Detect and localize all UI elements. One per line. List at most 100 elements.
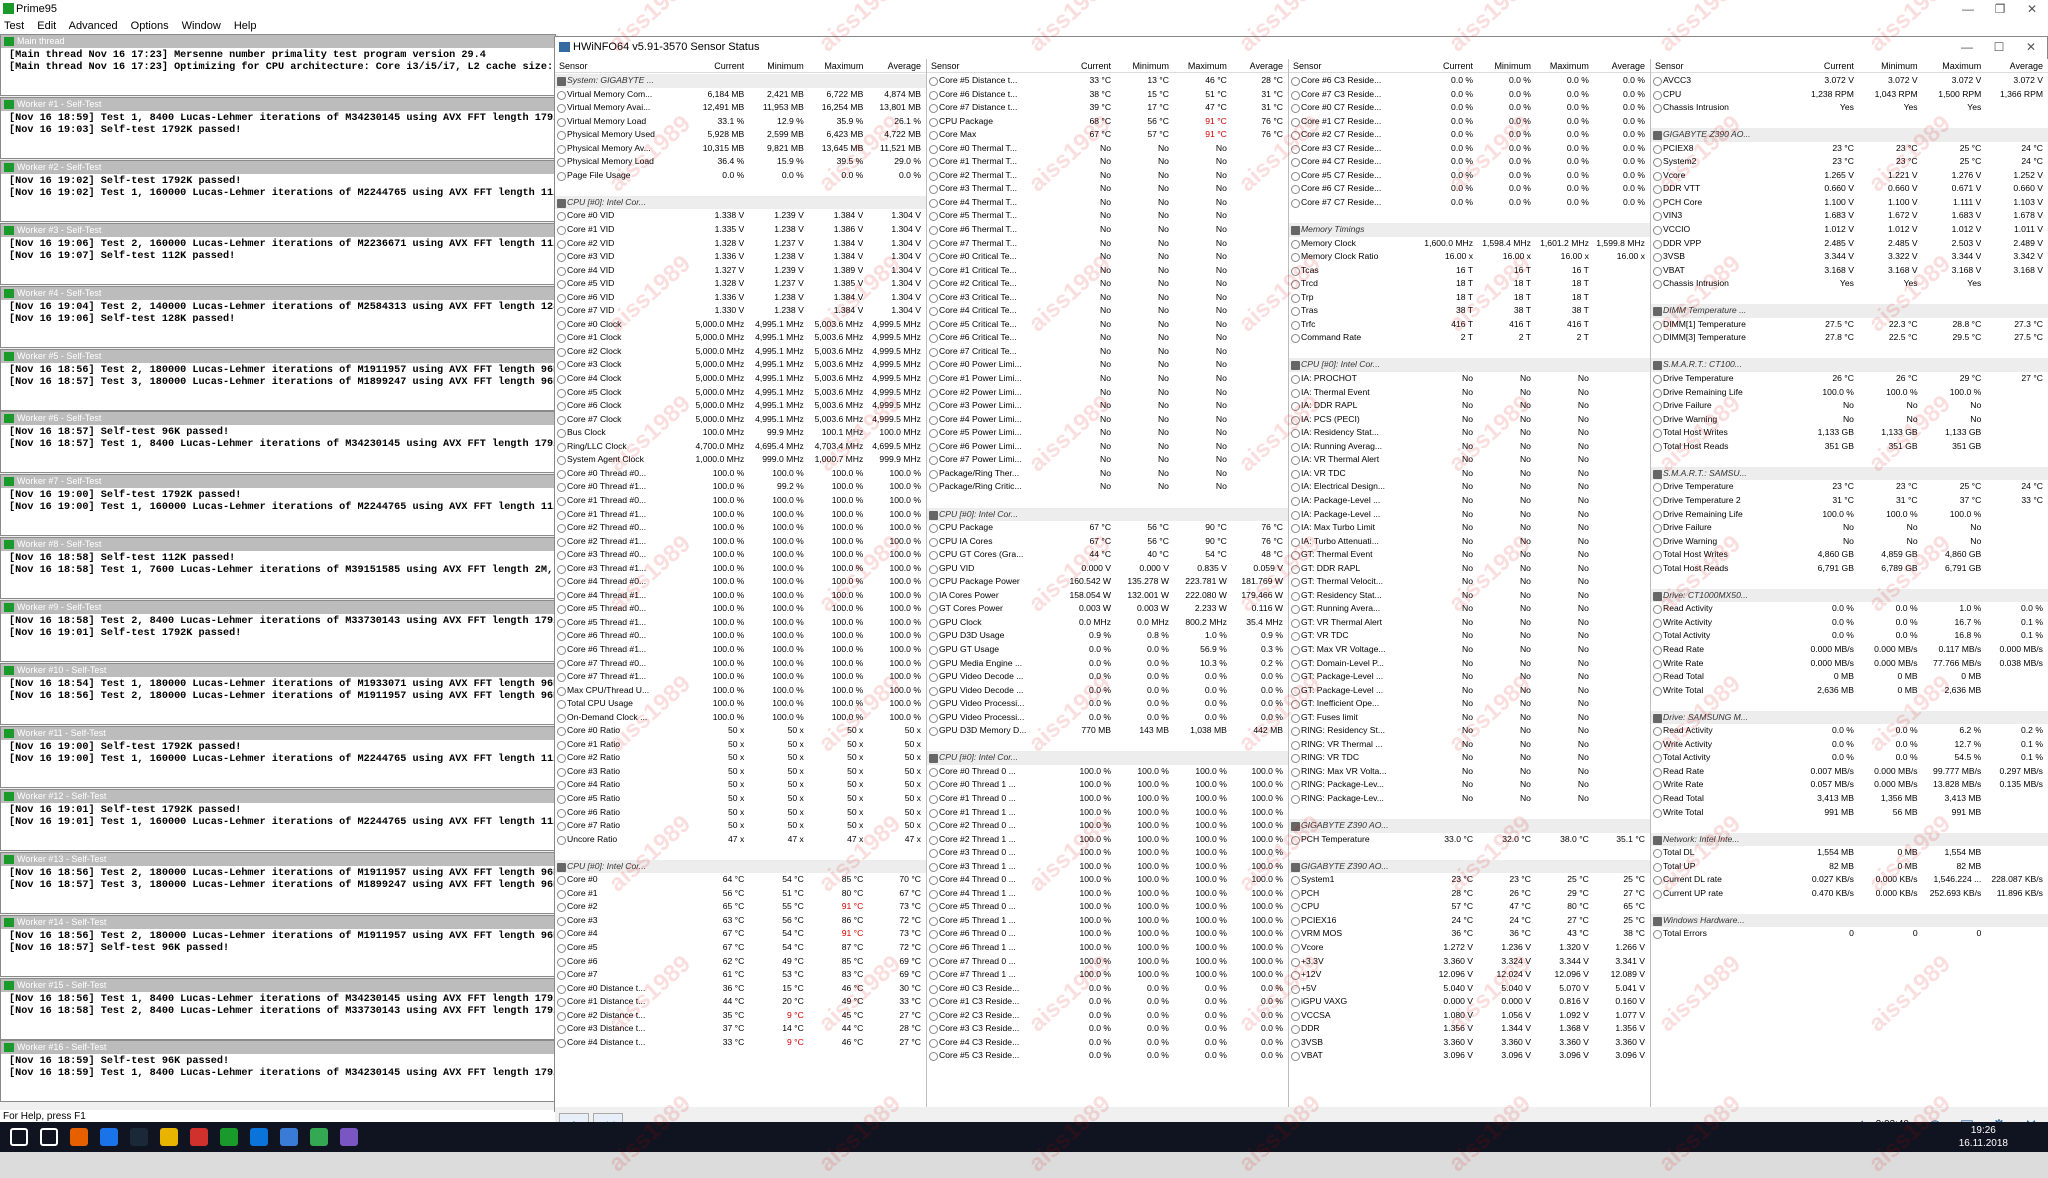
sensor-row[interactable]: VCCSA 1.080 V 1.056 V 1.092 V 1.077 V <box>1289 1009 1650 1023</box>
worker-pane[interactable]: Worker #6 - Self-Test [Nov 16 18:57] Self… <box>0 411 556 474</box>
worker-pane[interactable]: Worker #1 - Self-Test [Nov 16 18:59] Test… <box>0 96 556 159</box>
worker-pane[interactable]: Worker #3 - Self-Test [Nov 16 19:06] Test… <box>0 222 556 285</box>
worker-pane[interactable]: Worker #11 - Self-Test [Nov 16 19:00] Sel… <box>0 725 556 788</box>
sensor-row[interactable]: Write Total 991 MB 56 MB 991 MB <box>1651 806 2048 820</box>
sensor-row[interactable]: Core #7 C7 Reside... 0.0 % 0.0 % 0.0 % 0.0 % <box>1289 196 1650 210</box>
sensor-row[interactable]: Core #5 Thread #0... 100.0 % 100.0 % 100.0 … <box>555 602 926 616</box>
sensor-group[interactable]: DIMM Temperature ... <box>1651 304 2048 318</box>
minimize-button[interactable]: — <box>1952 0 1984 18</box>
worker-pane[interactable]: Worker #15 - Self-Test [Nov 16 18:56] Tes… <box>0 977 556 1040</box>
sensor-row[interactable]: GPU GT Usage 0.0 % 0.0 % 56.9 % 0.3 % <box>927 643 1288 657</box>
sensor-row[interactable]: Core #4 C3 Reside... 0.0 % 0.0 % 0.0 % 0.0 % <box>927 1036 1288 1050</box>
taskbar-search-icon[interactable] <box>40 1128 58 1146</box>
header-maximum[interactable]: Maximum <box>1175 59 1227 73</box>
sensor-row[interactable]: Drive Remaining Life 100.0 % 100.0 % 100.0 … <box>1651 508 2048 522</box>
sensor-row[interactable]: Drive Temperature 26 °C 26 °C 29 °C 27 °C <box>1651 372 2048 386</box>
sensor-row[interactable]: Core #4 Critical Te... No No No <box>927 304 1288 318</box>
sensor-row[interactable]: Core #2 Thread #0... 100.0 % 100.0 % 100.0 … <box>555 521 926 535</box>
sensor-row[interactable]: PCH Core 1.100 V 1.100 V 1.111 V 1.103 V <box>1651 196 2048 210</box>
sensor-row[interactable]: Core #7 Critical Te... No No No <box>927 345 1288 359</box>
sensor-row[interactable]: Core #0 VID 1.338 V 1.239 V 1.384 V 1.304 V <box>555 209 926 223</box>
sensor-row[interactable]: Core #6 Thread 1 ... 100.0 % 100.0 % 100.0 … <box>927 941 1288 955</box>
header-minimum[interactable]: Minimum <box>1860 59 1918 73</box>
sensor-group[interactable]: Drive: SAMSUNG M... <box>1651 710 2048 725</box>
sensor-row[interactable]: Core #0 C3 Reside... 0.0 % 0.0 % 0.0 % 0.0 % <box>927 982 1288 996</box>
sensor-row[interactable]: IA: VR Thermal Alert No No No <box>1289 453 1650 467</box>
sensor-row[interactable]: GT: Running Avera... No No No <box>1289 602 1650 616</box>
sensor-row[interactable]: Core #3 Thread 1 ... 100.0 % 100.0 % 100.0 … <box>927 860 1288 874</box>
sensor-column[interactable]: Sensor Current Minimum Maximum Average Core #… <box>1289 59 1651 1107</box>
sensor-group[interactable] <box>1289 806 1650 820</box>
sensor-row[interactable]: Read Activity 0.0 % 0.0 % 6.2 % 0.2 % <box>1651 724 2048 738</box>
sensor-row[interactable]: Virtual Memory Load 33.1 % 12.9 % 35.9 % 26.… <box>555 115 926 129</box>
sensor-row[interactable]: IA: Running Averag... No No No <box>1289 440 1650 454</box>
sensor-row[interactable]: Read Total 3,413 MB 1,356 MB 3,413 MB <box>1651 792 2048 806</box>
sensor-row[interactable]: GPU D3D Usage 0.9 % 0.8 % 1.0 % 0.9 % <box>927 629 1288 643</box>
sensor-row[interactable]: Total DL 1,554 MB 0 MB 1,554 MB <box>1651 846 2048 860</box>
sensor-row[interactable]: Core #7 61 °C 53 °C 83 °C 69 °C <box>555 968 926 982</box>
sensor-row[interactable]: GPU VID 0.000 V 0.000 V 0.835 V 0.059 V <box>927 562 1288 576</box>
sensor-row[interactable]: Chassis Intrusion Yes Yes Yes <box>1651 101 2048 115</box>
header-average[interactable]: Average <box>1595 59 1645 73</box>
sensor-row[interactable]: IA: Package-Level ... No No No <box>1289 494 1650 508</box>
sensor-row[interactable]: IA: Thermal Event No No No <box>1289 386 1650 400</box>
sensor-row[interactable]: Core #6 C7 Reside... 0.0 % 0.0 % 0.0 % 0.0 % <box>1289 182 1650 196</box>
sensor-row[interactable]: Drive Warning No No No <box>1651 413 2048 427</box>
header-average[interactable]: Average <box>1233 59 1283 73</box>
sensor-row[interactable]: GT: Fuses limit No No No <box>1289 711 1650 725</box>
worker-pane[interactable]: Worker #16 - Self-Test [Nov 16 18:59] Sel… <box>0 1040 556 1103</box>
sensor-row[interactable]: 3VSB 3.360 V 3.360 V 3.360 V 3.360 V <box>1289 1036 1650 1050</box>
taskbar-prime95-icon[interactable] <box>220 1128 238 1146</box>
sensor-row[interactable]: Total Activity 0.0 % 0.0 % 54.5 % 0.1 % <box>1651 751 2048 765</box>
sensor-group[interactable] <box>555 846 926 860</box>
sensor-row[interactable]: Read Total 0 MB 0 MB 0 MB <box>1651 670 2048 684</box>
sensor-row[interactable]: Trcd 18 T 18 T 18 T <box>1289 277 1650 291</box>
header-sensor[interactable]: Sensor <box>931 59 1054 73</box>
sensor-row[interactable]: Total Host Reads 6,791 GB 6,789 GB 6,791 GB <box>1651 562 2048 576</box>
sensor-row[interactable]: Core #2 VID 1.328 V 1.237 V 1.384 V 1.304 V <box>555 237 926 251</box>
sensor-group[interactable]: Network: Intel Inte... <box>1651 832 2048 847</box>
sensor-row[interactable]: VIN3 1.683 V 1.672 V 1.683 V 1.678 V <box>1651 209 2048 223</box>
sensor-row[interactable]: Read Rate 0.000 MB/s 0.000 MB/s 0.117 MB/s 0… <box>1651 643 2048 657</box>
sensor-group[interactable] <box>1289 345 1650 359</box>
sensor-row[interactable]: Drive Warning No No No <box>1651 535 2048 549</box>
header-minimum[interactable]: Minimum <box>1479 59 1531 73</box>
taskbar-notepad-icon[interactable] <box>280 1128 298 1146</box>
sensor-row[interactable]: Core #3 63 °C 56 °C 86 °C 72 °C <box>555 914 926 928</box>
sensor-row[interactable]: Current UP rate 0.470 KB/s 0.000 KB/s 252.6… <box>1651 887 2048 901</box>
sensor-row[interactable]: Core #3 Distance t... 37 °C 14 °C 44 °C 28 °… <box>555 1022 926 1036</box>
sensor-row[interactable]: GT: Package-Level ... No No No <box>1289 684 1650 698</box>
sensor-row[interactable]: Core #1 Thread #0... 100.0 % 100.0 % 100.0 … <box>555 494 926 508</box>
sensor-row[interactable]: Core #1 Thermal T... No No No <box>927 155 1288 169</box>
sensor-row[interactable]: PCH Temperature 33.0 °C 32.0 °C 38.0 °C 35.1… <box>1289 833 1650 847</box>
sensor-row[interactable]: Max CPU/Thread U... 100.0 % 100.0 % 100.0 %… <box>555 684 926 698</box>
worker-pane[interactable]: Worker #13 - Self-Test [Nov 16 18:56] Tes… <box>0 851 556 914</box>
sensor-row[interactable]: Core #6 Power Limi... No No No <box>927 440 1288 454</box>
sensor-row[interactable]: On-Demand Clock ... 100.0 % 100.0 % 100.0 %… <box>555 711 926 725</box>
sensor-row[interactable]: Page File Usage 0.0 % 0.0 % 0.0 % 0.0 % <box>555 169 926 183</box>
sensor-group[interactable] <box>927 738 1288 752</box>
sensor-row[interactable]: Core #2 Ratio 50 x 50 x 50 x 50 x <box>555 751 926 765</box>
sensor-row[interactable]: Write Rate 0.057 MB/s 0.000 MB/s 13.828 MB/… <box>1651 778 2048 792</box>
sensor-row[interactable]: IA: VR TDC No No No <box>1289 467 1650 481</box>
sensor-row[interactable]: Core #7 Clock 5,000.0 MHz 4,995.1 MHz 5,003… <box>555 413 926 427</box>
sensor-row[interactable]: VRM MOS 36 °C 36 °C 43 °C 38 °C <box>1289 927 1650 941</box>
sensor-row[interactable]: RING: Package-Lev... No No No <box>1289 778 1650 792</box>
sensor-row[interactable]: Core #5 Thread 0 ... 100.0 % 100.0 % 100.0 … <box>927 900 1288 914</box>
sensor-row[interactable]: Command Rate 2 T2 T2 T <box>1289 331 1650 345</box>
sensor-row[interactable]: GT: Thermal Velocit... No No No <box>1289 575 1650 589</box>
sensor-row[interactable]: Drive Failure No No No <box>1651 399 2048 413</box>
sensor-row[interactable]: Total Host Writes 1,133 GB 1,133 GB 1,133 G… <box>1651 426 2048 440</box>
sensor-row[interactable]: Core #6 Thread #0... 100.0 % 100.0 % 100.0 … <box>555 629 926 643</box>
sensor-row[interactable]: Core #4 Ratio 50 x 50 x 50 x 50 x <box>555 778 926 792</box>
sensor-row[interactable]: Core #4 Thread 0 ... 100.0 % 100.0 % 100.0 … <box>927 873 1288 887</box>
sensor-row[interactable]: +5V 5.040 V 5.040 V 5.070 V 5.041 V <box>1289 982 1650 996</box>
worker-pane[interactable]: Worker #5 - Self-Test [Nov 16 18:56] Test… <box>0 348 556 411</box>
sensor-row[interactable]: GPU Media Engine ... 0.0 % 0.0 % 10.3 % 0.2 … <box>927 657 1288 671</box>
sensor-group[interactable] <box>1289 209 1650 223</box>
hwinfo-maximize-button[interactable]: ☐ <box>1983 38 2015 56</box>
sensor-row[interactable]: DIMM[1] Temperature 27.5 °C 22.3 °C 28.8 °C… <box>1651 318 2048 332</box>
sensor-row[interactable]: GPU D3D Memory D... 770 MB 143 MB 1,038 MB 4… <box>927 724 1288 738</box>
sensor-column[interactable]: Sensor Current Minimum Maximum Average AVCC3 3… <box>1651 59 2048 1107</box>
sensor-row[interactable]: Write Activity 0.0 % 0.0 % 12.7 % 0.1 % <box>1651 738 2048 752</box>
